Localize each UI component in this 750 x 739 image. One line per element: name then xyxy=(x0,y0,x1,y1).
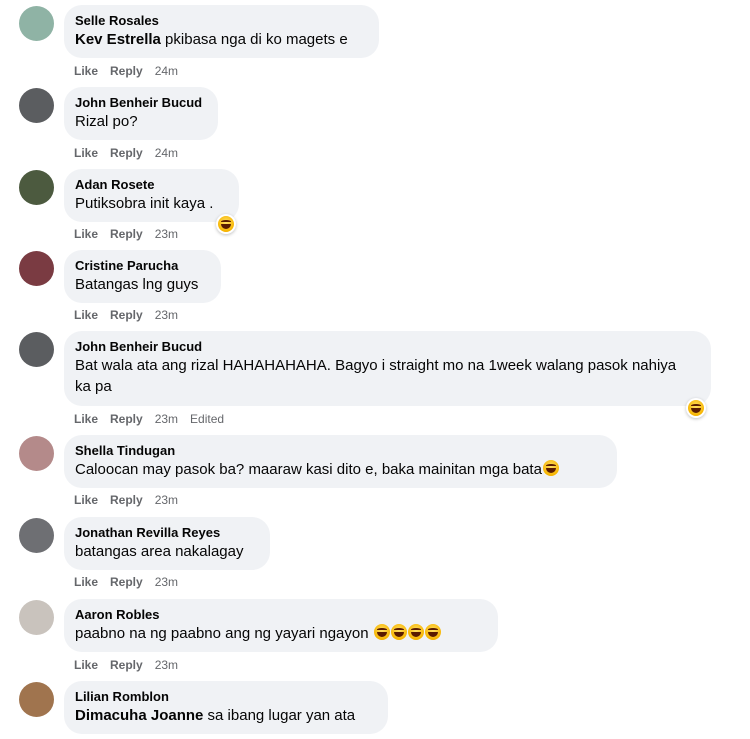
timestamp[interactable]: 23m xyxy=(155,658,178,672)
avatar[interactable] xyxy=(19,436,54,471)
reply-button[interactable]: Reply xyxy=(110,308,143,322)
comment-actions: Like Reply 23m xyxy=(74,226,190,242)
comment-bubble: Lilian Romblon Dimacuha Joanne sa ibang … xyxy=(64,681,388,734)
reply-button[interactable]: Reply xyxy=(110,227,143,241)
like-button[interactable]: Like xyxy=(74,412,98,426)
like-button[interactable]: Like xyxy=(74,308,98,322)
commenter-name[interactable]: John Benheir Bucud xyxy=(75,338,699,355)
commenter-name[interactable]: Cristine Parucha xyxy=(75,257,209,274)
reply-button[interactable]: Reply xyxy=(110,64,143,78)
like-button[interactable]: Like xyxy=(74,146,98,160)
laughing-emoji-icon xyxy=(688,400,704,416)
laughing-emoji-icon xyxy=(373,624,390,640)
timestamp[interactable]: 23m xyxy=(155,308,178,322)
reply-button[interactable]: Reply xyxy=(110,493,143,507)
commenter-name[interactable]: Selle Rosales xyxy=(75,12,367,29)
comment-actions: Like Reply 23m xyxy=(74,307,190,323)
timestamp[interactable]: 24m xyxy=(155,64,178,78)
commenter-name[interactable]: Shella Tindugan xyxy=(75,442,605,459)
laughing-emoji-icon xyxy=(424,624,441,640)
comment-actions: Like Reply 24m xyxy=(74,63,190,79)
comment-actions: Like Reply 23m xyxy=(74,657,190,673)
avatar[interactable] xyxy=(19,682,54,717)
comment-text: Bat wala ata ang rizal HAHAHAHAHA. Bagyo… xyxy=(75,357,677,395)
avatar[interactable] xyxy=(19,332,54,367)
like-button[interactable]: Like xyxy=(74,64,98,78)
comment-bubble: Shella Tindugan Caloocan may pasok ba? m… xyxy=(64,435,617,488)
like-button[interactable]: Like xyxy=(74,575,98,589)
comment-bubble: Selle Rosales Kev Estrella pkibasa nga d… xyxy=(64,5,379,58)
reaction-badge[interactable] xyxy=(686,398,706,418)
comment-text: batangas area nakalagay xyxy=(75,543,244,560)
commenter-name[interactable]: Lilian Romblon xyxy=(75,688,376,705)
reply-button[interactable]: Reply xyxy=(110,575,143,589)
commenter-name[interactable]: Aaron Robles xyxy=(75,606,486,623)
comment-text: Caloocan may pasok ba? maaraw kasi dito … xyxy=(75,459,605,480)
grinning-sweat-emoji-icon xyxy=(542,460,559,476)
reply-button[interactable]: Reply xyxy=(110,146,143,160)
mention-link[interactable]: Kev Estrella xyxy=(75,31,161,48)
comment-text: Putiksobra init kaya . xyxy=(75,195,214,212)
reply-button[interactable]: Reply xyxy=(110,412,143,426)
comment-bubble: Cristine Parucha Batangas lng guys xyxy=(64,250,221,303)
like-button[interactable]: Like xyxy=(74,658,98,672)
avatar[interactable] xyxy=(19,251,54,286)
avatar[interactable] xyxy=(19,600,54,635)
comment-bubble: John Benheir Bucud Rizal po? xyxy=(64,87,218,140)
comment-bubble: John Benheir Bucud Bat wala ata ang riza… xyxy=(64,331,711,406)
comment-bubble: Jonathan Revilla Reyes batangas area nak… xyxy=(64,517,270,570)
timestamp[interactable]: 23m xyxy=(155,412,178,426)
comment-bubble: Adan Rosete Putiksobra init kaya . xyxy=(64,169,239,222)
comment-actions: Like Reply 23m xyxy=(74,492,190,508)
timestamp[interactable]: 24m xyxy=(155,146,178,160)
laughing-emoji-icon xyxy=(390,624,407,640)
comment-actions: Like Reply 23m Edited xyxy=(74,411,236,427)
commenter-name[interactable]: Jonathan Revilla Reyes xyxy=(75,524,258,541)
like-button[interactable]: Like xyxy=(74,227,98,241)
comment-actions: Like Reply 23m xyxy=(74,574,190,590)
comment-text: Rizal po? xyxy=(75,113,138,130)
comment-bubble: Aaron Robles paabno na ng paabno ang ng … xyxy=(64,599,498,652)
avatar[interactable] xyxy=(19,6,54,41)
timestamp[interactable]: 23m xyxy=(155,493,178,507)
avatar[interactable] xyxy=(19,518,54,553)
timestamp[interactable]: 23m xyxy=(155,575,178,589)
comment-text: paabno na ng paabno ang ng yayari ngayon xyxy=(75,623,486,644)
commenter-name[interactable]: John Benheir Bucud xyxy=(75,94,206,111)
comment-actions: Like Reply 24m xyxy=(74,145,190,161)
laughing-emoji-icon xyxy=(407,624,424,640)
avatar[interactable] xyxy=(19,170,54,205)
laughing-emoji-icon xyxy=(218,216,234,232)
reaction-badge[interactable] xyxy=(216,214,236,234)
comment-text: Batangas lng guys xyxy=(75,276,199,293)
comment-text: Kev Estrella pkibasa nga di ko magets e xyxy=(75,31,348,48)
mention-link[interactable]: Dimacuha Joanne xyxy=(75,707,203,724)
timestamp[interactable]: 23m xyxy=(155,227,178,241)
edited-label[interactable]: Edited xyxy=(190,412,224,426)
avatar[interactable] xyxy=(19,88,54,123)
like-button[interactable]: Like xyxy=(74,493,98,507)
commenter-name[interactable]: Adan Rosete xyxy=(75,176,227,193)
comment-text: Dimacuha Joanne sa ibang lugar yan ata xyxy=(75,707,356,724)
reply-button[interactable]: Reply xyxy=(110,658,143,672)
